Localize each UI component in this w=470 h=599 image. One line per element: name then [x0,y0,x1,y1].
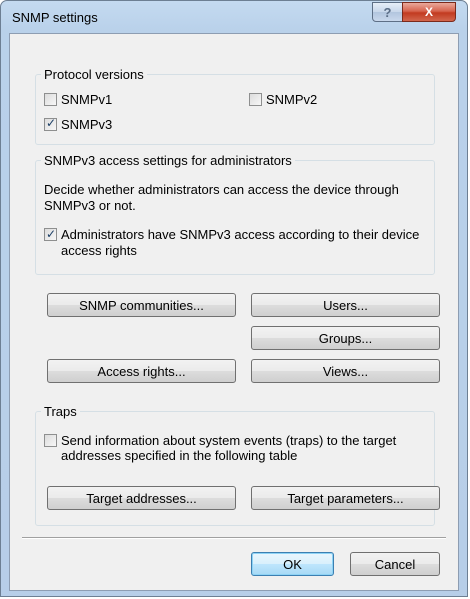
title-bar[interactable]: SNMP settings ? X [1,1,467,33]
snmpv3-checkbox-box[interactable] [44,116,57,131]
protocol-versions-group: Protocol versions [35,67,435,145]
snmpv2-checkbox[interactable]: SNMPv2 [249,92,317,107]
access-settings-label: SNMPv3 access settings for administrator… [41,153,295,168]
access-description: Decide whether administrators can access… [44,182,399,213]
snmpv3-label: SNMPv3 [61,117,113,132]
send-traps-checkbox[interactable]: Send information about system events (tr… [44,433,424,463]
snmpv2-checkbox-box[interactable] [249,93,262,106]
snmpv1-checkbox-box[interactable] [44,93,57,106]
target-parameters-button[interactable]: Target parameters... [251,486,440,510]
traps-label: Traps [41,404,80,419]
send-traps-label: Send information about system events (tr… [61,433,397,463]
ok-button[interactable]: OK [251,552,334,576]
snmpv2-label: SNMPv2 [266,92,318,107]
admin-access-checkbox-box[interactable] [44,226,57,242]
close-icon: X [424,5,433,19]
help-icon: ? [383,4,392,20]
snmpv1-checkbox[interactable]: SNMPv1 [44,92,112,107]
window-title: SNMP settings [12,10,98,25]
close-button[interactable]: X [402,2,456,22]
users-button[interactable]: Users... [251,293,440,317]
snmp-settings-dialog: SNMP settings ? X Protocol versions SNMP… [0,0,468,597]
access-rights-button[interactable]: Access rights... [47,359,236,383]
views-button[interactable]: Views... [251,359,440,383]
admin-access-label: Administrators have SNMPv3 access accord… [61,227,420,258]
help-button[interactable]: ? [372,2,403,22]
dialog-body: Protocol versions SNMPv1 SNMPv2 SNMPv3 S… [9,33,459,591]
protocol-versions-label: Protocol versions [41,67,147,82]
groups-button[interactable]: Groups... [251,326,440,350]
footer-separator [22,537,446,539]
snmp-communities-button[interactable]: SNMP communities... [47,293,236,317]
snmpv1-label: SNMPv1 [61,92,113,107]
send-traps-checkbox-box[interactable] [44,434,57,447]
admin-access-checkbox[interactable]: Administrators have SNMPv3 access accord… [44,226,424,259]
cancel-button[interactable]: Cancel [350,552,440,576]
target-addresses-button[interactable]: Target addresses... [47,486,236,510]
snmpv3-checkbox[interactable]: SNMPv3 [44,116,113,132]
